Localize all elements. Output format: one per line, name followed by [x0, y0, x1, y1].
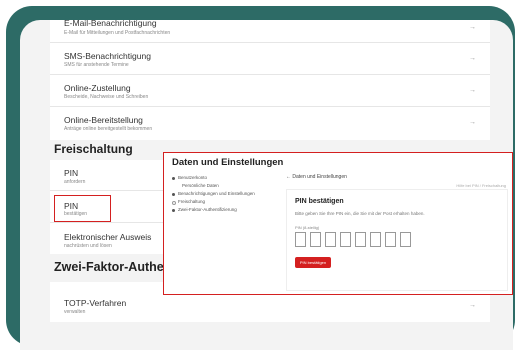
sidebar-item-zwei-faktor[interactable]: Zwei-Faktor-Authentifizierung [172, 207, 284, 215]
highlight-pin-bestaetigen [54, 195, 111, 222]
pin-input-group [295, 232, 411, 247]
arrow-right-icon: → [469, 119, 476, 126]
pin-digit-input[interactable] [385, 232, 396, 247]
sidebar-item-benutzerkonto[interactable]: Benutzerkonto [172, 175, 284, 183]
pin-digit-input[interactable] [295, 232, 306, 247]
sidebar-item-label: Zwei-Faktor-Authentifizierung [178, 207, 237, 212]
row-title: Elektronischer Ausweis [64, 232, 152, 242]
sidebar-item-persoenliche-daten[interactable]: Persönliche Daten [172, 183, 284, 191]
row-subtitle: nachrüsten und lösen [64, 243, 112, 249]
row-title: Online-Zustellung [64, 83, 131, 93]
sidebar-item-label: Freischaltung [178, 199, 206, 204]
detail-overlay: Daten und Einstellungen Benutzerkonto Pe… [163, 152, 513, 295]
section-heading-freischaltung: Freischaltung [54, 142, 133, 156]
arrow-right-icon: → [469, 55, 476, 62]
settings-row-online-bereitstellung[interactable]: Online-Bereitstellung Anträge online ber… [50, 107, 490, 139]
pin-description: Bitte geben Sie Ihre PIN ein, die Sie mi… [295, 211, 425, 216]
settings-row-online-zustellung[interactable]: Online-Zustellung Bescheide, Nachweise u… [50, 75, 490, 107]
settings-row-sms[interactable]: SMS-Benachrichtigung SMS für anstehende … [50, 43, 490, 75]
row-subtitle: verwalten [64, 309, 86, 315]
row-subtitle: E-Mail für Mitteilungen und Postfachnach… [64, 30, 171, 36]
row-subtitle: Anträge online bereitgestellt bekommen [64, 126, 153, 132]
overlay-title: Daten und Einstellungen [172, 157, 284, 168]
arrow-right-icon: → [469, 87, 476, 94]
pin-digit-input[interactable] [400, 232, 411, 247]
bullet-icon [172, 177, 175, 180]
row-subtitle: SMS für anstehende Termine [64, 62, 129, 68]
sidebar-item-label: Benachrichtigungen und Einstellungen [178, 191, 255, 196]
overlay-sidebar: Benutzerkonto Persönliche Daten Benachri… [172, 175, 284, 215]
row-title: TOTP-Verfahren [64, 298, 127, 308]
sidebar-item-label: Benutzerkonto [178, 175, 208, 180]
row-subtitle: Bescheide, Nachweise und Schreiben [64, 94, 149, 100]
row-title: SMS-Benachrichtigung [64, 51, 151, 61]
pin-digit-input[interactable] [340, 232, 351, 247]
arrow-right-icon: → [469, 302, 476, 309]
pin-digit-input[interactable] [325, 232, 336, 247]
sidebar-item-label: Persönliche Daten [182, 183, 219, 188]
row-subtitle: anfordern [64, 179, 86, 185]
sidebar-item-freischaltung[interactable]: Freischaltung [172, 199, 284, 207]
row-title: Online-Bereitstellung [64, 115, 143, 125]
pin-digit-input[interactable] [310, 232, 321, 247]
bullet-icon [172, 209, 175, 212]
pin-confirm-button[interactable]: PIN bestätigen [295, 257, 331, 268]
settings-row-email[interactable]: E-Mail-Benachrichtigung E-Mail für Mitte… [50, 20, 490, 43]
pin-title: PIN bestätigen [295, 198, 344, 205]
bullet-icon [172, 193, 175, 196]
sidebar-item-benachrichtigungen[interactable]: Benachrichtigungen und Einstellungen [172, 191, 284, 199]
ring-icon [172, 201, 176, 205]
pin-digit-input[interactable] [355, 232, 366, 247]
notifications-card: E-Mail-Benachrichtigung E-Mail für Mitte… [50, 20, 490, 140]
back-link[interactable]: ← Daten und Einstellungen [286, 174, 347, 180]
pin-input-label: PIN (8-stellig) [295, 225, 320, 230]
pin-digit-input[interactable] [370, 232, 381, 247]
row-title: E-Mail-Benachrichtigung [64, 20, 157, 28]
row-title: PIN [64, 168, 79, 178]
arrow-right-icon: → [469, 24, 476, 31]
pin-confirm-panel: PIN bestätigen Bitte geben Sie Ihre PIN … [286, 189, 508, 291]
help-link[interactable]: Hilfe bei PIN / Freischaltung [456, 183, 506, 188]
